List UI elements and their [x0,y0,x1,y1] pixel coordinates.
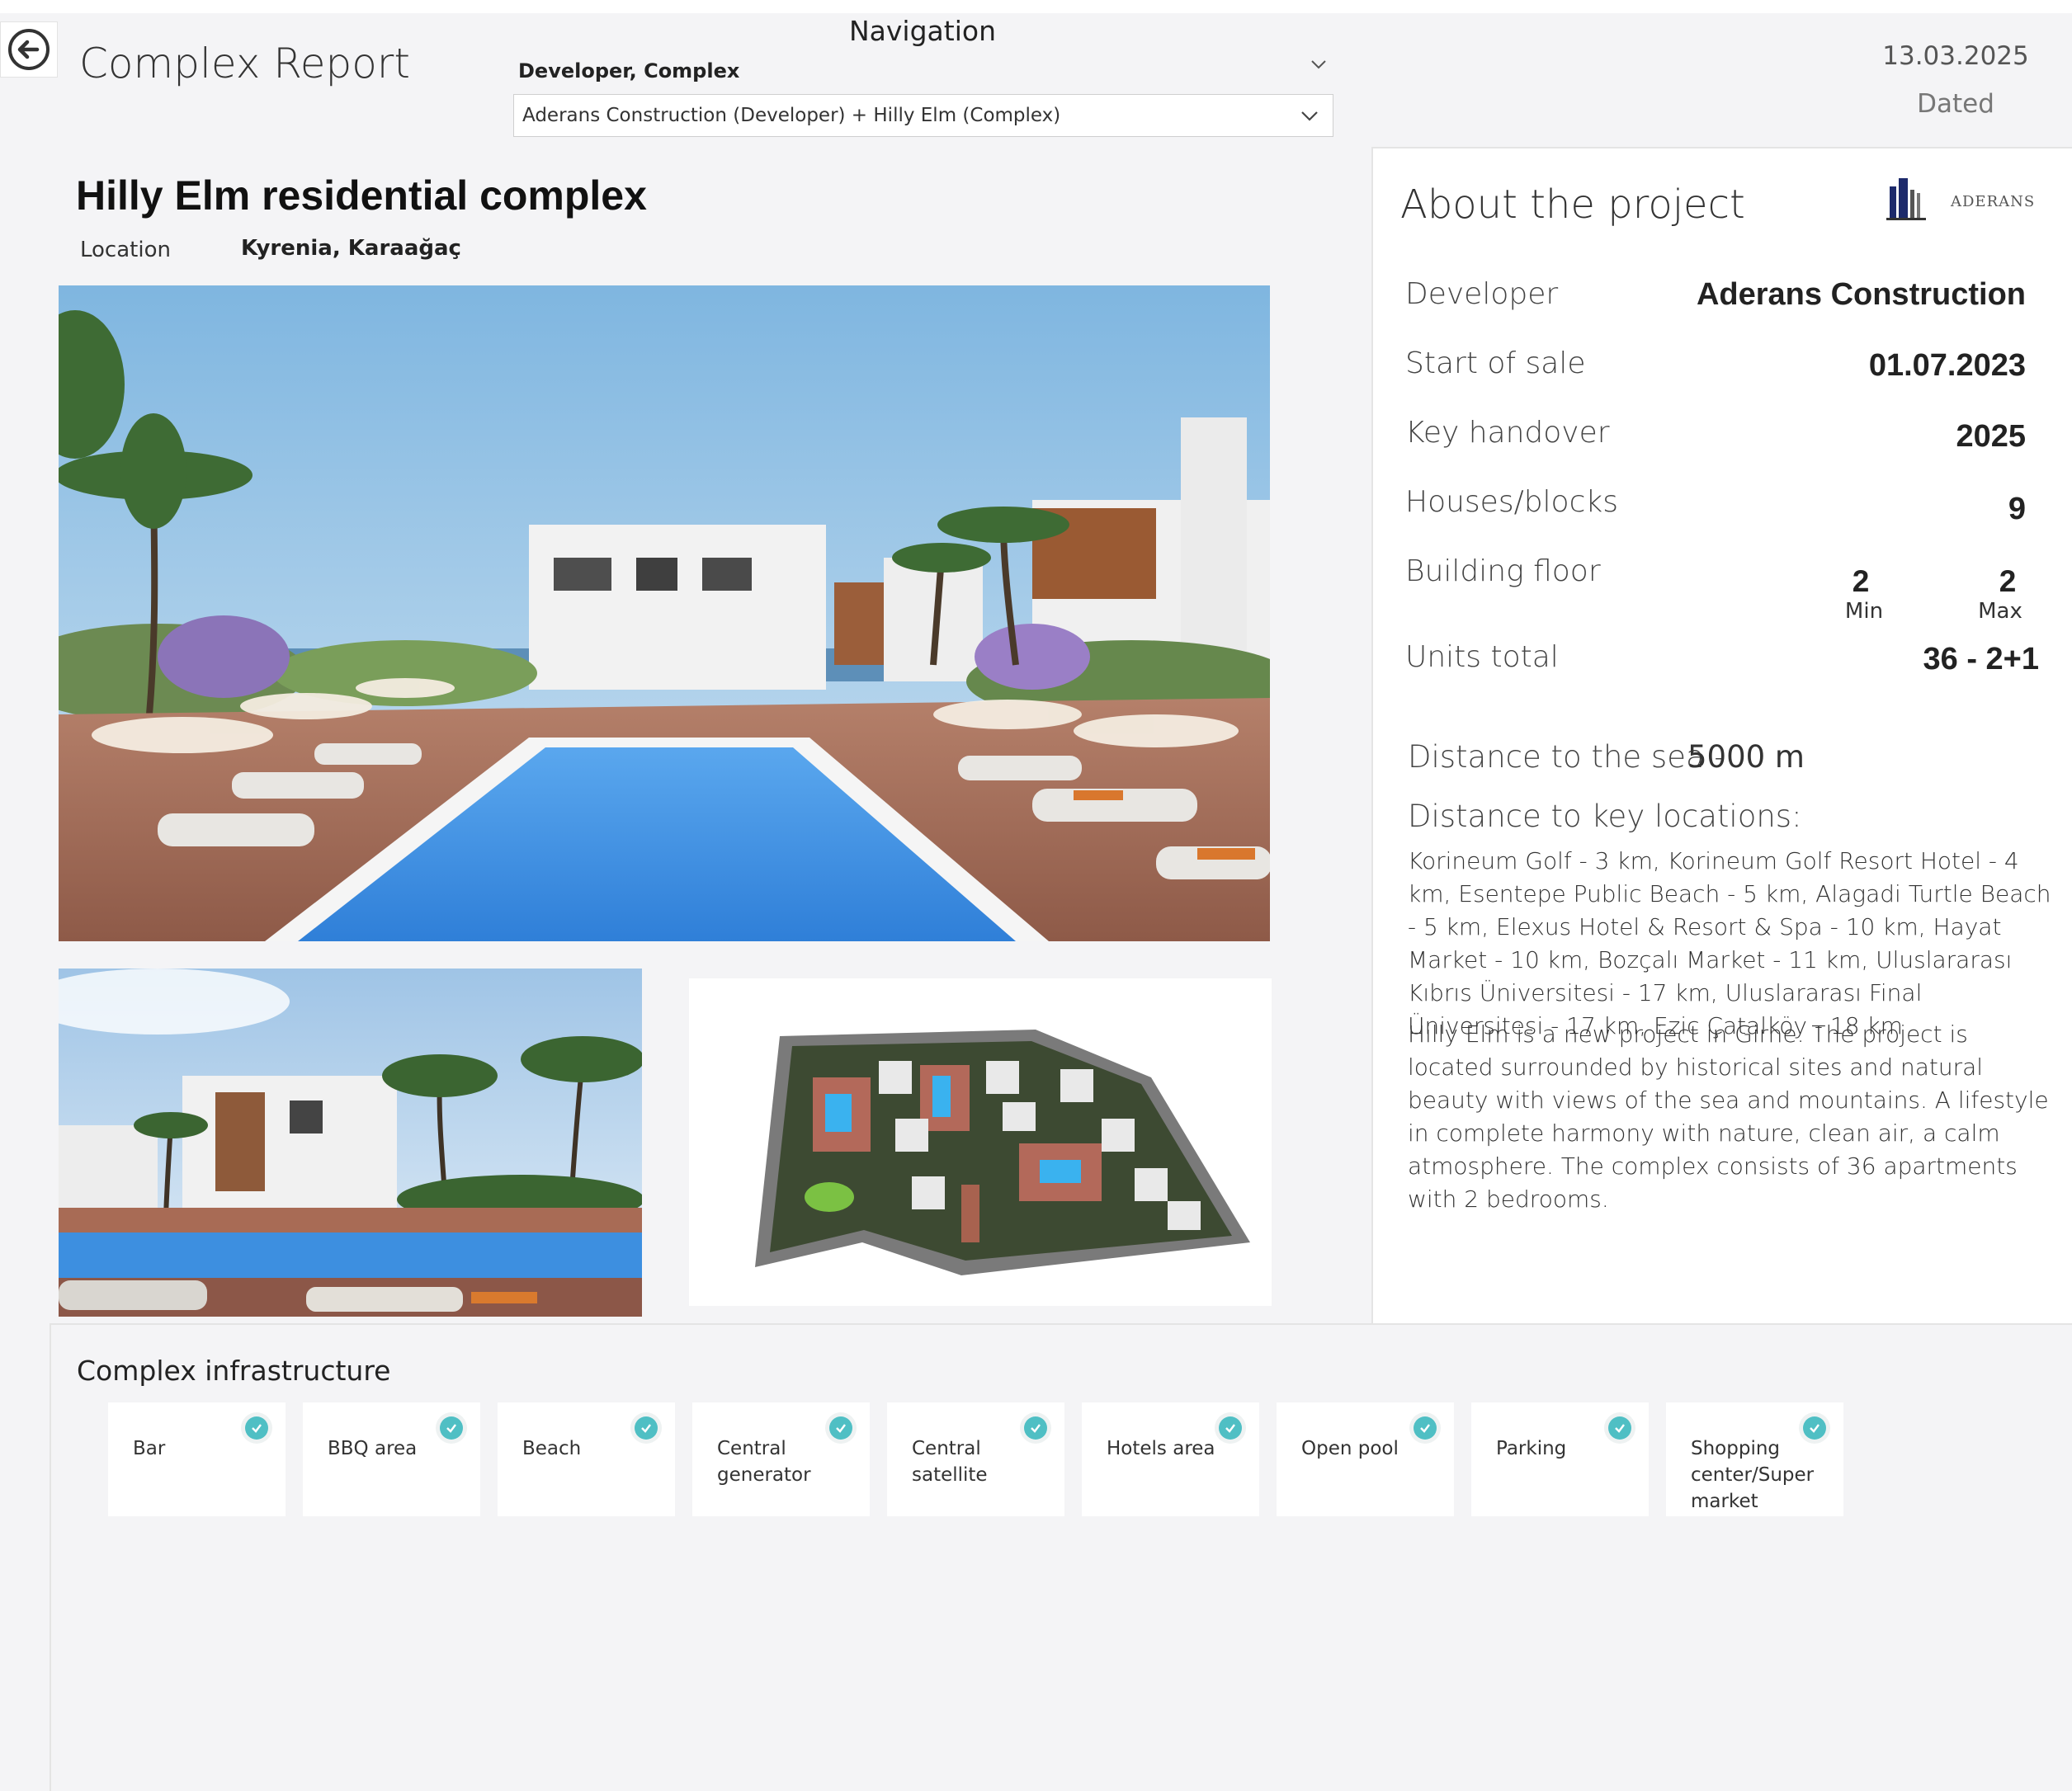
key-handover-label: Key handover [1405,416,1610,450]
gallery-image-pool[interactable] [59,969,642,1317]
infra-item-open-pool: Open pool [1277,1402,1454,1516]
report-date-label: Dated [1917,89,1994,119]
infra-item-label: Central generator [717,1438,811,1486]
check-icon [1409,1412,1441,1444]
page-title: Complex Report [79,40,410,87]
developer-label: Developer [1405,277,1559,311]
location-value: Kyrenia, Karaağaç [241,236,461,261]
developer-complex-select[interactable]: Aderans Construction (Developer) + Hilly… [513,94,1333,137]
start-of-sale-value: 01.07.2023 [1868,348,2026,383]
top-strip [0,0,2072,13]
developer-value: Aderans Construction [1696,277,2026,312]
check-icon [436,1412,467,1444]
navigation-label: Developer, Complex [518,59,740,82]
navigation-heading: Navigation [849,15,996,47]
check-icon [241,1412,272,1444]
check-icon [1799,1412,1830,1444]
floor-max-value: 2 [1999,564,2017,598]
key-locations-text: Korineum Golf - 3 km, Korineum Golf Reso… [1408,847,2051,1039]
infra-item-shopping-center: Shopping center/Super market [1666,1402,1843,1516]
project-description: Hilly Elm is a new project in Girne. The… [1408,1020,2049,1213]
infra-item-central-generator: Central generator [692,1402,870,1516]
infra-item-label: Shopping center/Super market [1691,1438,1815,1512]
check-icon [825,1412,857,1444]
key-handover-value: 2025 [1956,419,2026,454]
key-locations-title: Distance to key locations: [1408,799,1802,834]
logo-text: ADERANS [1951,193,2036,210]
start-of-sale-label: Start of sale [1405,346,1586,380]
distance-sea-value: 5000 m [1687,739,1805,775]
infrastructure-panel [50,1323,2072,1791]
complex-name: Hilly Elm residential complex [76,172,647,219]
chevron-down-icon [1298,105,1321,133]
report-date: 13.03.2025 [1882,41,2029,71]
units-total-label: Units total [1405,640,1559,674]
hero-image [59,285,1270,941]
check-icon [1215,1412,1246,1444]
infra-item-bar: Bar [108,1402,286,1516]
developer-logo: ADERANS [1881,175,2051,228]
check-icon [1020,1412,1051,1444]
location-label: Location [80,238,171,262]
infra-item-bbq-area: BBQ area [303,1402,480,1516]
check-icon [1604,1412,1635,1444]
infra-item-beach: Beach [498,1402,675,1516]
floor-min-label: Min [1844,599,1884,624]
infra-item-parking: Parking [1471,1402,1649,1516]
houses-blocks-value: 9 [2008,492,2026,526]
select-value: Aderans Construction (Developer) + Hilly… [522,105,1061,126]
building-floor-label: Building floor [1405,554,1601,588]
back-button[interactable] [0,21,58,78]
back-arrow-icon [8,29,50,70]
infrastructure-title: Complex infrastructure [77,1355,391,1387]
chevron-down-icon[interactable] [1309,54,1329,78]
infra-item-central-satellite: Central satellite [887,1402,1064,1516]
units-total-value: 36 - 2+1 [1923,642,2040,676]
floor-max-label: Max [1978,599,2022,624]
infra-item-hotels-area: Hotels area [1082,1402,1259,1516]
infra-item-label: Central satellite [912,1438,988,1486]
check-icon [630,1412,662,1444]
houses-blocks-label: Houses/blocks [1405,485,1618,519]
distance-sea-label: Distance to the sea - [1408,739,1725,775]
about-title: About the project [1400,181,1745,228]
floor-min-value: 2 [1852,564,1870,598]
site-plan-image[interactable] [689,978,1272,1306]
